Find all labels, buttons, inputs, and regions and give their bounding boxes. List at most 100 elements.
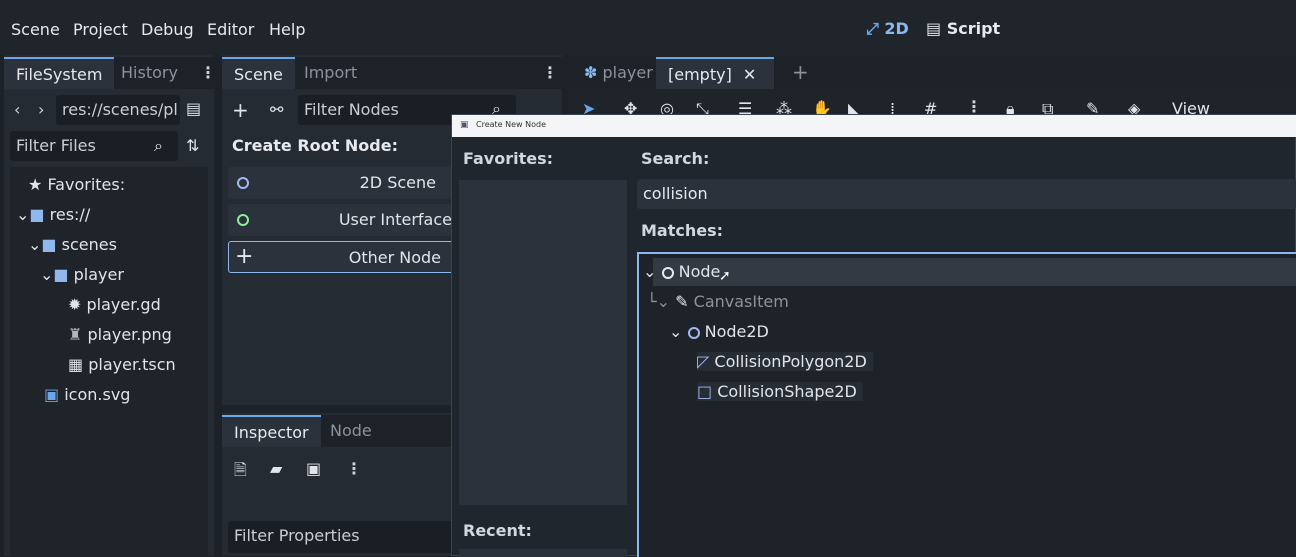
split-view-icon[interactable]: ▤ <box>186 99 201 118</box>
search-icon: ⌕ <box>154 136 163 155</box>
match-collisionpolygon2d-row[interactable]: ◸ CollisionPolygon2D <box>697 352 873 371</box>
chevron-down-icon: ⌄ <box>28 235 42 254</box>
tab-inspector[interactable]: Inspector <box>222 415 321 447</box>
filesystem-tabbar: FileSystem History ⋮ <box>4 57 216 89</box>
res-label: res:// <box>49 205 91 224</box>
icon-svg-label: icon.svg <box>64 385 131 404</box>
plus-icon: + <box>235 244 254 269</box>
match-canvasitem-label: CanvasItem <box>693 292 789 311</box>
tree-branch-icon: └⌄ <box>647 292 671 311</box>
mode-script-label: Script <box>946 19 1001 38</box>
tab-player[interactable]: ✽ player <box>572 57 665 89</box>
back-arrow-icon[interactable]: ‹ <box>14 100 20 119</box>
match-row-highlight <box>653 258 1296 286</box>
match-canvasitem-row[interactable]: └⌄ ✎ CanvasItem <box>647 292 789 311</box>
tab-empty-label: [empty] <box>668 65 732 84</box>
chevron-down-icon: ⌄ <box>669 322 683 341</box>
chevron-down-icon: ⌄ <box>16 205 30 224</box>
new-resource-icon[interactable]: 🗎 <box>234 459 247 486</box>
favorites-label: Favorites: <box>47 175 126 194</box>
menu-project[interactable]: Project <box>73 20 128 39</box>
other-node-button[interactable]: + Other Node <box>228 241 454 273</box>
player-tscn-label: player.tscn <box>88 355 176 374</box>
node-icon <box>661 267 674 279</box>
2d-scene-label: 2D Scene <box>359 173 436 192</box>
close-icon[interactable]: ✕ <box>743 65 756 84</box>
favorites-list[interactable] <box>459 180 627 505</box>
filter-properties-input[interactable]: Filter Properties <box>228 521 456 553</box>
shape-icon: □ <box>697 382 713 401</box>
tab-filesystem[interactable]: FileSystem <box>4 57 115 89</box>
open-folder-icon[interactable]: ▰ <box>270 459 282 478</box>
filter-files-input[interactable]: Filter Files <box>10 131 178 161</box>
icon-svg-item[interactable]: ▣ icon.svg <box>44 385 130 404</box>
save-icon[interactable]: ▣ <box>306 459 321 478</box>
scenes-folder-item[interactable]: ⌄■ scenes <box>28 235 117 254</box>
tab-player-label: player <box>602 63 653 82</box>
match-node2d-row[interactable]: ⌄ Node2D <box>669 322 769 341</box>
add-node-icon[interactable]: + <box>232 98 249 122</box>
dialog-title: Create New Node <box>476 120 546 129</box>
player-png-item[interactable]: ♜ player.png <box>68 325 172 344</box>
star-icon: ★ <box>28 175 43 194</box>
player-tscn-item[interactable]: ▦ player.tscn <box>68 355 176 374</box>
file-tree: ★ Favorites: ⌄■ res:// ⌄■ scenes ⌄■ play… <box>10 167 208 556</box>
user-interface-button[interactable]: User Interface <box>228 204 454 236</box>
res-folder-item[interactable]: ⌄■ res:// <box>16 205 90 224</box>
godot-icon: ▣ <box>460 120 469 130</box>
favorites-item[interactable]: ★ Favorites: <box>28 175 125 194</box>
add-tab-button[interactable]: + <box>780 57 821 89</box>
tab-history[interactable]: History <box>109 57 190 89</box>
link-icon[interactable]: ⚯ <box>270 100 283 119</box>
player-gd-item[interactable]: ✹ player.gd <box>68 295 161 314</box>
player-scene-icon: ✽ <box>584 63 598 82</box>
user-interface-label: User Interface <box>338 210 452 229</box>
folder-icon: ■ <box>53 265 69 284</box>
tab-empty[interactable]: [empty] ✕ <box>656 57 774 89</box>
image-icon: ♜ <box>68 325 83 344</box>
2d-scene-button[interactable]: 2D Scene <box>228 167 454 199</box>
dialog-search-input[interactable]: collision <box>637 179 1296 209</box>
match-node-row[interactable]: ⌄ Node <box>643 262 720 281</box>
tab-scene[interactable]: Scene <box>222 57 295 89</box>
filesystem-panel: FileSystem History ⋮ ‹ › res://scenes/pl… <box>4 55 216 556</box>
dialog-titlebar: ▣ Create New Node <box>452 115 1296 137</box>
scenes-label: scenes <box>61 235 117 254</box>
mode-2d-button[interactable]: ⤢ 2D <box>866 19 909 39</box>
brush-icon: ✎ <box>675 292 689 311</box>
mode-2d-label: 2D <box>884 19 909 38</box>
tab-node[interactable]: Node <box>318 415 384 447</box>
player-folder-label: player <box>73 265 124 284</box>
control-icon <box>237 214 249 226</box>
node2d-icon <box>237 177 249 189</box>
folder-icon: ■ <box>29 205 45 224</box>
filesystem-menu-icon[interactable]: ⋮ <box>200 63 216 82</box>
match-collisionshape2d-row[interactable]: □ CollisionShape2D <box>697 382 863 401</box>
favorites-label: Favorites: <box>463 149 554 168</box>
menu-editor[interactable]: Editor <box>207 20 254 39</box>
menu-help[interactable]: Help <box>269 20 305 39</box>
node2d-icon <box>687 327 700 339</box>
path-field[interactable]: res://scenes/pl <box>56 95 180 125</box>
match-node2d-label: Node2D <box>704 322 769 341</box>
gear-icon: ✹ <box>68 295 82 314</box>
menu-scene[interactable]: Scene <box>11 20 60 39</box>
match-node-label: Node <box>678 262 721 281</box>
sort-icon[interactable]: ⇅ <box>186 136 199 155</box>
scene-tabbar: Scene Import ⋮ <box>222 57 562 89</box>
inspector-menu-icon[interactable]: ⋮ <box>346 459 362 478</box>
2d-icon: ⤢ <box>866 19 879 38</box>
scene-menu-icon[interactable]: ⋮ <box>542 63 558 82</box>
search-label: Search: <box>641 149 710 168</box>
tab-import[interactable]: Import <box>292 57 369 89</box>
clapperboard-icon: ▦ <box>68 355 84 374</box>
polygon-icon: ◸ <box>697 352 710 371</box>
create-root-label: Create Root Node: <box>232 136 398 155</box>
script-icon: ▤ <box>926 19 942 38</box>
chevron-down-icon: ⌄ <box>40 265 54 284</box>
forward-arrow-icon[interactable]: › <box>38 100 44 119</box>
menu-debug[interactable]: Debug <box>141 20 194 39</box>
mode-script-button[interactable]: ▤ Script <box>926 19 1000 38</box>
matches-label: Matches: <box>641 221 724 240</box>
player-folder-item[interactable]: ⌄■ player <box>40 265 124 284</box>
